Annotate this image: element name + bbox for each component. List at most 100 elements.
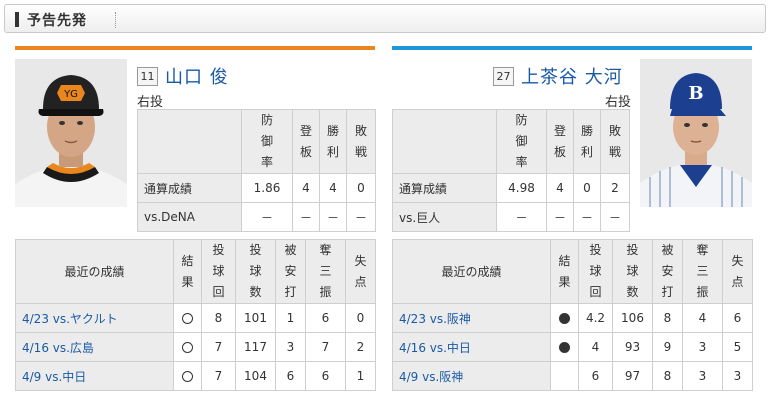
right-player-name-link[interactable]: 上茶谷 大河: [521, 67, 623, 88]
stats-cell: 0: [346, 173, 376, 203]
stats-cell: 1: [275, 303, 306, 333]
recent-header-hits: 被安打: [652, 239, 683, 304]
table-row: 4/16 vs.広島 7 117 3 7 2: [15, 332, 376, 362]
section-header: 予告先発: [4, 4, 766, 33]
stats-cell: －: [241, 202, 293, 232]
section-title: 予告先発: [27, 13, 87, 29]
recent-game-cell[interactable]: 4/16 vs.中日: [392, 332, 551, 362]
recent-game-link[interactable]: 4/23 vs.ヤクルト: [22, 312, 118, 326]
stats-cell: 7: [201, 361, 236, 391]
stats-header-games: 登板: [292, 109, 320, 174]
left-player-photo[interactable]: YG: [15, 59, 127, 207]
recent-game-link[interactable]: 4/9 vs.阪神: [399, 370, 463, 384]
stats-cell: 3: [682, 332, 723, 362]
recent-header-hits: 被安打: [275, 239, 306, 304]
result-cell: [550, 361, 579, 391]
stats-cell: 1: [345, 361, 376, 391]
left-throwing-hand: 右投: [137, 95, 164, 110]
recent-header-strikeouts: 奪三振: [305, 239, 346, 304]
stats-cell: 4: [578, 332, 613, 362]
stats-cell: 6: [722, 303, 753, 333]
recent-header-games: 最近の成績: [15, 239, 174, 304]
right-team-color-line: [392, 46, 752, 50]
stats-row-label: vs.巨人: [392, 202, 497, 232]
result-cell: [550, 332, 579, 362]
stats-header-games: 登板: [546, 109, 574, 174]
recent-game-cell[interactable]: 4/23 vs.阪神: [392, 303, 551, 333]
recent-game-link[interactable]: 4/16 vs.中日: [399, 341, 471, 355]
stats-cell: －: [546, 202, 574, 232]
recent-game-link[interactable]: 4/16 vs.広島: [22, 341, 94, 355]
stats-header-wins: 勝利: [319, 109, 347, 174]
left-player-name-link[interactable]: 山口 俊: [165, 67, 229, 88]
stats-cell: －: [292, 202, 320, 232]
result-cell: [173, 303, 202, 333]
stats-cell: 8: [652, 303, 683, 333]
left-team-color-line: [15, 46, 375, 50]
stats-cell: 4.98: [496, 173, 547, 203]
recent-game-cell[interactable]: 4/9 vs.阪神: [392, 361, 551, 391]
table-row: 4/16 vs.中日 4 93 9 3 5: [392, 332, 753, 362]
right-uniform-number: 27: [493, 67, 514, 86]
right-throwing-hand: 右投: [605, 95, 632, 110]
stats-cell: 0: [345, 303, 376, 333]
stats-cell: 5: [722, 332, 753, 362]
recent-game-cell[interactable]: 4/9 vs.中日: [15, 361, 174, 391]
stats-cell: 4: [546, 173, 574, 203]
table-row: 4/9 vs.阪神 6 97 8 3 3: [392, 361, 753, 391]
recent-game-link[interactable]: 4/23 vs.阪神: [399, 312, 471, 326]
stats-cell: 106: [612, 303, 653, 333]
loss-dot-icon: [559, 342, 570, 353]
left-stats-table: 防御率 登板 勝利 敗戦 通算成績 1.86 4 4 0 vs.DeNA － －…: [137, 109, 376, 232]
stats-cell: 6: [275, 361, 306, 391]
stats-header-wins: 勝利: [573, 109, 601, 174]
stats-cell: 7: [201, 332, 236, 362]
stats-row-label: vs.DeNA: [137, 202, 242, 232]
result-cell: [173, 361, 202, 391]
stats-cell: 3: [682, 361, 723, 391]
right-player-photo[interactable]: B: [640, 59, 752, 207]
left-player-name[interactable]: 山口 俊: [165, 63, 229, 89]
stats-cell: 117: [235, 332, 276, 362]
right-recent-table: 最近の成績 結果 投球回 投球数 被安打 奪三振 失点 4/23 vs.阪神 4…: [392, 239, 753, 391]
result-cell: [550, 303, 579, 333]
stats-cell: 9: [652, 332, 683, 362]
stats-cell: 104: [235, 361, 276, 391]
stats-cell: 2: [600, 173, 630, 203]
stats-cell: 3: [275, 332, 306, 362]
recent-header-runs: 失点: [345, 239, 376, 304]
table-row: 4/9 vs.中日 7 104 6 6 1: [15, 361, 376, 391]
recent-header-runs: 失点: [722, 239, 753, 304]
recent-header-result: 結果: [550, 239, 579, 304]
stats-cell: 97: [612, 361, 653, 391]
stats-cell: 4: [292, 173, 320, 203]
stats-cell: 6: [305, 361, 346, 391]
recent-game-link[interactable]: 4/9 vs.中日: [22, 370, 86, 384]
stats-cell: 4.2: [578, 303, 613, 333]
stats-cell: 93: [612, 332, 653, 362]
stats-cell: 8: [201, 303, 236, 333]
left-recent-table: 最近の成績 結果 投球回 投球数 被安打 奪三振 失点 4/23 vs.ヤクルト…: [15, 239, 376, 391]
stats-header-era: 防御率: [241, 109, 293, 174]
recent-header-pitches: 投球数: [235, 239, 276, 304]
stats-header-blank: [137, 109, 242, 174]
stats-cell: 101: [235, 303, 276, 333]
svg-text:YG: YG: [63, 89, 78, 100]
stats-cell: －: [573, 202, 601, 232]
recent-header-innings: 投球回: [578, 239, 613, 304]
recent-header-pitches: 投球数: [612, 239, 653, 304]
stats-cell: －: [319, 202, 347, 232]
recent-game-cell[interactable]: 4/16 vs.広島: [15, 332, 174, 362]
stats-header-era: 防御率: [496, 109, 547, 174]
table-row: 4/23 vs.阪神 4.2 106 8 4 6: [392, 303, 753, 333]
right-player-name[interactable]: 上茶谷 大河: [521, 63, 623, 89]
recent-game-cell[interactable]: 4/23 vs.ヤクルト: [15, 303, 174, 333]
stats-cell: 1.86: [241, 173, 293, 203]
stats-cell: 3: [722, 361, 753, 391]
header-bar-mark: [15, 12, 19, 27]
recent-header-strikeouts: 奪三振: [682, 239, 723, 304]
left-uniform-number: 11: [137, 67, 158, 86]
stats-header-blank: [392, 109, 497, 174]
stats-cell: 2: [345, 332, 376, 362]
stats-row-label: 通算成績: [137, 173, 242, 203]
